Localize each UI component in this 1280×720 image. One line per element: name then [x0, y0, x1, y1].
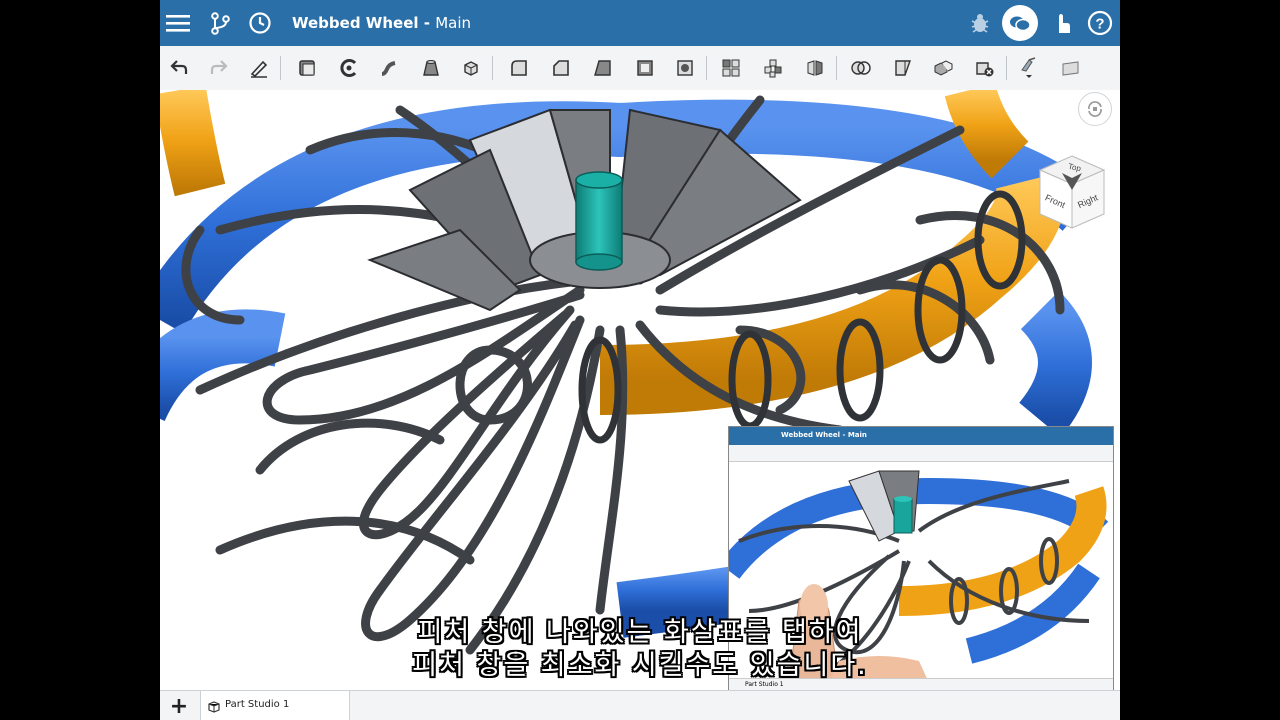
extrude-icon[interactable]	[294, 55, 320, 81]
toolbar-separator	[836, 56, 837, 80]
chamfer-icon[interactable]	[548, 55, 574, 81]
revolve-icon[interactable]	[336, 55, 362, 81]
hole-icon[interactable]	[672, 55, 698, 81]
loft-icon[interactable]	[418, 55, 444, 81]
split-icon[interactable]	[890, 55, 916, 81]
toolbar-separator	[280, 56, 281, 80]
feature-toolbar	[160, 46, 1120, 91]
subtitle-line-2: 피처 창을 최소화 시킬수도 있습니다.	[412, 650, 868, 681]
view-cube[interactable]: Top Front Right	[1034, 152, 1110, 240]
comments-icon[interactable]	[1002, 5, 1038, 41]
boolean-icon[interactable]	[848, 55, 874, 81]
mirror-icon[interactable]	[802, 55, 828, 81]
sweep-icon[interactable]	[376, 55, 402, 81]
inset-title-bar: Webbed Wheel - Main	[729, 427, 1113, 445]
touch-mode-icon[interactable]	[1048, 9, 1076, 37]
inset-title: Webbed Wheel - Main	[781, 431, 867, 439]
toolbar-separator	[1006, 56, 1007, 80]
svg-text:?: ?	[1095, 16, 1104, 33]
tab-label: Part Studio 1	[225, 699, 290, 710]
circular-pattern-icon[interactable]	[760, 55, 786, 81]
branch-name: Main	[435, 14, 471, 32]
graphics-viewport[interactable]: Top Front Right Webbed Wheel - Main Part…	[160, 90, 1120, 690]
toolbar-separator	[706, 56, 707, 80]
help-icon[interactable]: ?	[1086, 9, 1114, 37]
document-tab-bar: + Part Studio 1	[160, 690, 1120, 720]
transform-icon[interactable]	[930, 55, 956, 81]
reset-view-icon[interactable]	[1078, 92, 1112, 126]
app-window: Webbed Wheel - Main ? Top Front Right We…	[160, 0, 1120, 720]
tab-part-studio-1[interactable]: Part Studio 1	[200, 691, 350, 720]
menu-icon[interactable]	[164, 9, 192, 37]
shell-icon[interactable]	[632, 55, 658, 81]
part-studio-icon	[207, 699, 221, 718]
sketch-icon[interactable]	[246, 55, 272, 81]
thicken-icon[interactable]	[458, 55, 484, 81]
add-tab-button[interactable]: +	[168, 694, 190, 719]
title-separator: -	[418, 14, 436, 32]
subtitle-line-1: 피처 창에 나와있는 화살표를 탭하여	[417, 617, 863, 648]
undo-icon[interactable]	[166, 55, 192, 81]
delete-part-icon[interactable]	[972, 55, 998, 81]
history-icon[interactable]	[246, 9, 274, 37]
document-title[interactable]: Webbed Wheel - Main	[292, 0, 471, 46]
pattern-icon[interactable]	[718, 55, 744, 81]
bug-icon[interactable]	[966, 9, 994, 37]
view-mode-icon[interactable]	[1058, 55, 1084, 81]
inset-toolbar	[729, 445, 1113, 462]
display-options-icon[interactable]	[1016, 55, 1042, 81]
title-bar: Webbed Wheel - Main ?	[160, 0, 1120, 46]
draft-icon[interactable]	[590, 55, 616, 81]
fillet-icon[interactable]	[506, 55, 532, 81]
toolbar-separator	[492, 56, 493, 80]
branch-icon[interactable]	[206, 9, 234, 37]
document-name: Webbed Wheel	[292, 14, 419, 32]
redo-icon[interactable]	[206, 55, 232, 81]
inset-tab-label: Part Studio 1	[745, 681, 784, 688]
subtitle-caption: 피처 창에 나와있는 화살표를 탭하여 피처 창을 최소화 시킬수도 있습니다.	[160, 616, 1120, 682]
